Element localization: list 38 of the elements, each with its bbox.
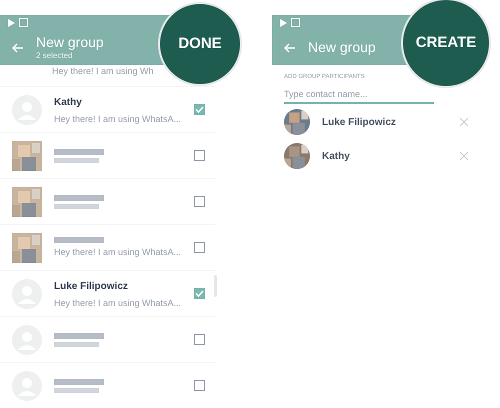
screen-title: New group	[36, 34, 104, 52]
remove-icon[interactable]	[460, 118, 468, 126]
image-icon	[291, 18, 300, 27]
screen-title: New group	[308, 38, 376, 56]
contact-status: Hey there! I am using WhatsA...	[54, 296, 182, 308]
selected-count: 2 selected	[36, 51, 74, 62]
contact-status: Hey there! I am using WhatsA...	[54, 112, 182, 124]
create-button[interactable]: CREATE	[401, 0, 491, 88]
contact-name: Luke Filipowicz	[54, 280, 129, 294]
checkbox[interactable]	[194, 104, 205, 115]
remove-icon[interactable]	[460, 152, 468, 160]
redacted-status	[54, 342, 99, 346]
image-icon	[19, 18, 28, 27]
redacted-status	[54, 158, 99, 162]
checkbox[interactable]	[194, 150, 205, 161]
done-button[interactable]: DONE	[158, 2, 242, 86]
redacted-name	[54, 194, 104, 200]
checkbox[interactable]	[194, 196, 205, 207]
play-icon	[8, 18, 15, 26]
checkbox[interactable]	[194, 242, 205, 253]
redacted-status	[54, 204, 99, 208]
contact-name: Kathy	[54, 96, 83, 110]
participant-name: Luke Filipowicz	[322, 116, 397, 130]
checkbox[interactable]	[194, 288, 205, 299]
contact-status: Hey there! I am using Wh	[52, 65, 154, 77]
redacted-name	[54, 237, 104, 243]
back-arrow-icon[interactable]	[284, 42, 296, 52]
redacted-name	[54, 378, 104, 384]
redacted-status	[54, 388, 99, 392]
redacted-name	[54, 148, 104, 154]
checkbox[interactable]	[194, 380, 205, 391]
search-field[interactable]: Type contact name...	[284, 88, 434, 104]
contact-status: Hey there! I am using WhatsA...	[54, 246, 182, 258]
checkbox[interactable]	[194, 334, 205, 345]
play-icon	[280, 18, 287, 26]
redacted-name	[54, 332, 104, 338]
back-arrow-icon[interactable]	[12, 42, 24, 52]
participant-name: Kathy	[322, 150, 351, 164]
